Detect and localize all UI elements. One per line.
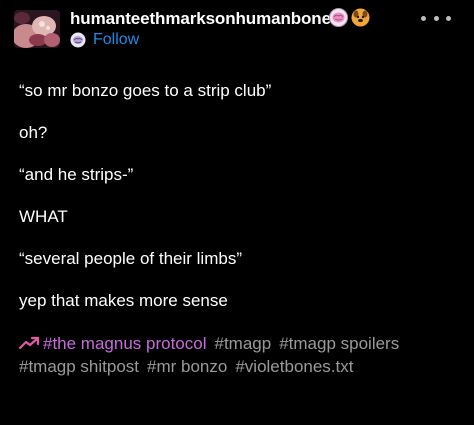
avatar[interactable] bbox=[14, 10, 60, 48]
post-tags: #the magnus protocol #tmagp #tmagp spoiler… bbox=[18, 332, 459, 378]
post-line: “so mr bonzo goes to a strip club” bbox=[19, 81, 272, 100]
dot bbox=[446, 15, 451, 21]
username-link[interactable]: humanteethmarksonhumanbone bbox=[70, 9, 331, 29]
post-line: oh? bbox=[19, 123, 48, 142]
tag-link[interactable]: #mr bonzo bbox=[147, 357, 227, 376]
follow-button[interactable]: Follow bbox=[93, 31, 139, 49]
dog-face-badge-icon[interactable] bbox=[351, 8, 370, 27]
tag-link[interactable]: #tmagp bbox=[215, 334, 272, 353]
tag-link[interactable]: #the magnus protocol bbox=[43, 334, 207, 353]
more-options-icon[interactable] bbox=[421, 8, 451, 28]
post-line: WHAT bbox=[19, 207, 68, 226]
tag-link[interactable]: #tmagp spoilers bbox=[279, 334, 399, 353]
post-line: yep that makes more sense bbox=[19, 291, 228, 310]
dot bbox=[421, 15, 426, 21]
pink-brain-badge-icon[interactable] bbox=[329, 8, 348, 27]
tag-link[interactable]: #tmagp shitpost bbox=[19, 357, 139, 376]
dot bbox=[433, 15, 439, 21]
follow-row: Follow bbox=[70, 30, 139, 50]
post-body: “so mr bonzo goes to a strip club” oh? “… bbox=[19, 78, 459, 330]
post-line: “and he strips-” bbox=[19, 165, 134, 184]
post-header: humanteethmarksonhumanbone Follow bbox=[0, 0, 474, 60]
tag-link[interactable]: #violetbones.txt bbox=[235, 357, 353, 376]
post-line: “several people of their limbs” bbox=[19, 249, 242, 268]
brain-badge-icon[interactable] bbox=[70, 32, 86, 48]
trending-arrow-icon bbox=[18, 333, 41, 350]
